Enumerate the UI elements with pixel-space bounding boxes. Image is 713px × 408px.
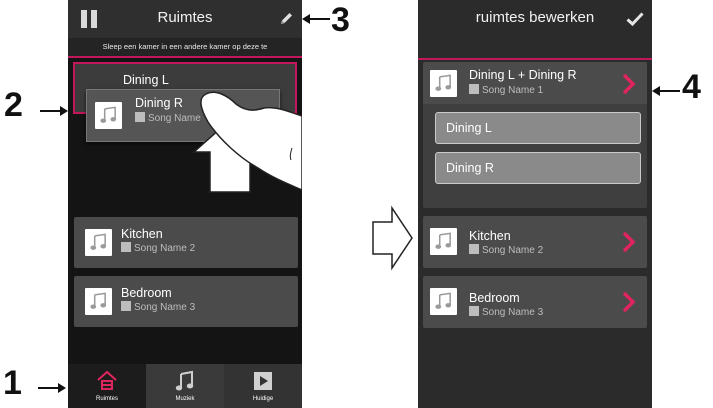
music-note-icon: [430, 228, 457, 255]
song-text: Song Name 2: [482, 245, 544, 256]
room-name: Bedroom: [469, 291, 520, 305]
song-name: Song Name 1: [469, 84, 543, 96]
callout-number-3: 3: [331, 1, 350, 39]
callout-number-1: 1: [3, 364, 22, 402]
song-name: Song Name 3: [469, 306, 543, 318]
music-note-icon: [430, 70, 457, 97]
callout-number-2: 2: [4, 86, 23, 124]
room-name: Kitchen: [469, 229, 511, 243]
music-note-icon: [430, 288, 457, 315]
drag-gesture-illustration: [192, 91, 302, 193]
song-text: Song Name 3: [482, 307, 544, 318]
group-header[interactable]: Dining L + Dining R Song Name 1: [423, 62, 647, 104]
chevron-right-icon[interactable]: [622, 231, 636, 253]
group-member-dining-r[interactable]: Dining R: [435, 152, 641, 184]
right-phone-screen: ruimtes bewerken Dining L + Dining R Son…: [418, 0, 652, 408]
callout-number-4: 4: [682, 68, 701, 106]
song-text: Song Name 1: [482, 85, 544, 96]
left-phone-screen: Ruimtes Sleep een kamer in een andere ka…: [68, 0, 302, 408]
room-tile-kitchen[interactable]: Kitchen Song Name 2: [423, 216, 647, 268]
group-member-dining-l[interactable]: Dining L: [435, 112, 641, 144]
room-name: Dining L + Dining R: [469, 68, 577, 82]
transition-arrow-icon: [372, 205, 413, 271]
checkmark-icon[interactable]: [626, 11, 644, 27]
top-bar: ruimtes bewerken: [418, 0, 652, 38]
grouped-room-tile[interactable]: Dining L + Dining R Song Name 1 Dining L…: [423, 62, 647, 208]
screen-title: ruimtes bewerken: [475, 9, 595, 26]
song-name: Song Name 2: [469, 244, 543, 256]
room-tile-bedroom[interactable]: Bedroom Song Name 3: [423, 276, 647, 328]
chevron-right-icon[interactable]: [622, 291, 636, 313]
chevron-right-icon[interactable]: [622, 73, 636, 95]
accent-divider: [418, 38, 652, 60]
